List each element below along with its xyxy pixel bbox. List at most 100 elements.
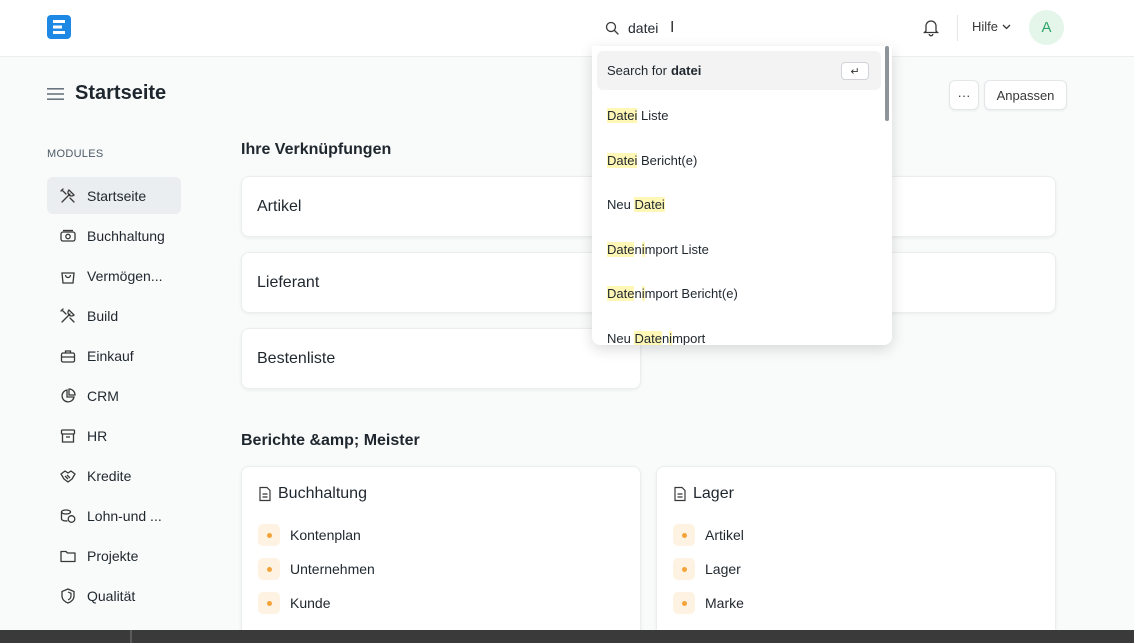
sidebar-item-label: Projekte	[87, 547, 139, 564]
sidebar-item-qualitaet[interactable]: Qualität	[47, 577, 181, 614]
report-link-unternehmen[interactable]: Unternehmen	[258, 552, 375, 586]
help-label: Hilfe	[972, 19, 999, 34]
shield-icon	[61, 587, 75, 604]
chevron-down-icon	[1002, 24, 1011, 29]
match-highlight: Datei	[607, 108, 638, 123]
bullet-dot-icon	[258, 524, 280, 546]
suggestion-datenimport-berichte[interactable]: Datenimport Bericht(e)	[607, 286, 738, 301]
sidebar-item-label: Buchhaltung	[87, 227, 165, 244]
report-card-title: Buchhaltung	[278, 485, 367, 502]
report-link-list: Kontenplan Unternehmen Kunde	[258, 518, 375, 620]
hamburger-menu-icon[interactable]	[47, 87, 64, 101]
suggestion-datei-liste[interactable]: Datei Liste	[607, 108, 668, 123]
page-header: Startseite	[47, 82, 166, 105]
shortcut-card-lieferant[interactable]: Lieferant	[241, 252, 641, 313]
suggestion-prefix: Neu	[607, 197, 635, 212]
suggestion-rest: Liste	[637, 108, 669, 123]
customize-button[interactable]: Anpassen	[984, 80, 1067, 110]
pie-chart-icon	[61, 387, 76, 403]
search-input[interactable]: datei	[628, 20, 658, 36]
sidebar-item-vermoegen[interactable]: Vermögen...	[47, 257, 181, 294]
sidebar-heading: MODULES	[47, 148, 104, 160]
report-link-label: Kunde	[290, 595, 331, 611]
report-card-header[interactable]: Lager	[673, 485, 734, 503]
search-for-prefix: Search for	[607, 63, 667, 78]
report-card-buchhaltung: Buchhaltung Kontenplan Unternehmen Kunde	[241, 466, 641, 643]
report-card-title: Lager	[693, 485, 734, 502]
match-highlight: Datei	[634, 197, 665, 212]
tools-icon	[60, 307, 75, 323]
coins-icon	[60, 508, 76, 523]
sidebar-item-hr[interactable]: HR	[47, 417, 181, 454]
awesomebar-search[interactable]: datei	[592, 9, 892, 46]
sidebar-item-label: CRM	[87, 387, 119, 404]
suggestion-neu-datei[interactable]: Neu Datei	[607, 197, 665, 212]
shortcut-card-artikel[interactable]: Artikel	[241, 176, 641, 237]
report-link-label: Kontenplan	[290, 527, 361, 543]
report-link-kontenplan[interactable]: Kontenplan	[258, 518, 375, 552]
sidebar-item-einkauf[interactable]: Einkauf	[47, 337, 181, 374]
shortcut-card-bestenliste[interactable]: Bestenliste	[241, 328, 641, 389]
sidebar-item-kredite[interactable]: Kredite	[47, 457, 181, 494]
sidebar-item-projekte[interactable]: Projekte	[47, 537, 181, 574]
page-title: Startseite	[75, 82, 167, 104]
user-avatar[interactable]: A	[1029, 10, 1064, 45]
shortcut-label: Bestenliste	[257, 349, 336, 367]
match-highlight: Date	[607, 242, 635, 257]
report-link-marke[interactable]: Marke	[673, 586, 744, 620]
navbar-divider	[957, 15, 958, 41]
match-highlight: Date	[607, 286, 635, 301]
search-for-term: datei	[670, 63, 702, 78]
folder-icon	[60, 550, 76, 562]
sidebar-item-label: Qualität	[87, 587, 136, 604]
search-suggestions-dropdown: Search for datei ↵ Datei Liste Datei Beri…	[592, 46, 892, 345]
report-link-label: Marke	[705, 595, 744, 611]
sidebar-item-lohn[interactable]: Lohn-und ...	[47, 497, 181, 534]
report-link-kunde[interactable]: Kunde	[258, 586, 375, 620]
search-icon	[605, 21, 619, 35]
report-link-artikel[interactable]: Artikel	[673, 518, 744, 552]
sidebar-item-label: Build	[87, 307, 119, 324]
sidebar-item-crm[interactable]: CRM	[47, 377, 181, 414]
money-icon	[60, 229, 76, 242]
sidebar-item-label: Vermögen...	[87, 267, 163, 284]
notifications-bell-icon[interactable]	[921, 17, 941, 37]
os-taskbar	[0, 630, 1134, 643]
report-link-list: Artikel Lager Marke	[673, 518, 744, 620]
dropdown-scrollbar[interactable]	[885, 46, 889, 121]
document-icon	[674, 486, 686, 502]
report-card-lager: Lager Artikel Lager Marke	[656, 466, 1056, 643]
text-cursor-icon: I	[670, 19, 675, 36]
document-icon	[259, 486, 271, 502]
suggestion-dateniimport-liste[interactable]: Datenimport Liste	[607, 242, 709, 257]
report-card-header[interactable]: Buchhaltung	[258, 485, 367, 503]
bullet-dot-icon	[258, 558, 280, 580]
shortcut-label: Artikel	[257, 197, 302, 215]
suggestion-prefix: Neu	[607, 331, 635, 345]
sidebar-item-build[interactable]: Build	[47, 297, 181, 334]
top-navbar: Hilfe A	[0, 0, 1134, 57]
app-logo[interactable]	[47, 15, 71, 39]
suggestion-neu-datenimport[interactable]: Neu Datenimport	[607, 331, 705, 345]
match-highlight: Date	[634, 331, 662, 345]
report-link-lager[interactable]: Lager	[673, 552, 744, 586]
help-menu[interactable]: Hilfe	[972, 19, 1011, 34]
sidebar-item-label: Einkauf	[87, 347, 134, 364]
sidebar-item-startseite[interactable]: Startseite	[47, 177, 181, 214]
sidebar-item-buchhaltung[interactable]: Buchhaltung	[47, 217, 181, 254]
suggestion-rest: mport Bericht(e)	[644, 286, 738, 301]
suggestion-datei-berichte[interactable]: Datei Bericht(e)	[607, 153, 697, 168]
sidebar-item-label: HR	[87, 427, 108, 444]
search-for-option[interactable]: Search for datei ↵	[597, 51, 881, 90]
match-highlight: Datei	[607, 153, 638, 168]
more-options-button[interactable]: ···	[949, 80, 979, 110]
taskbar-separator	[130, 630, 132, 643]
sidebar-item-label: Kredite	[87, 467, 132, 484]
suggestion-rest: mport	[672, 331, 706, 345]
shortcut-label: Lieferant	[257, 273, 320, 291]
reports-section-title: Berichte &amp; Meister	[241, 432, 420, 449]
report-link-label: Unternehmen	[290, 561, 375, 577]
bullet-dot-icon	[258, 592, 280, 614]
enter-key-icon: ↵	[841, 62, 869, 80]
tools-icon	[60, 187, 75, 203]
